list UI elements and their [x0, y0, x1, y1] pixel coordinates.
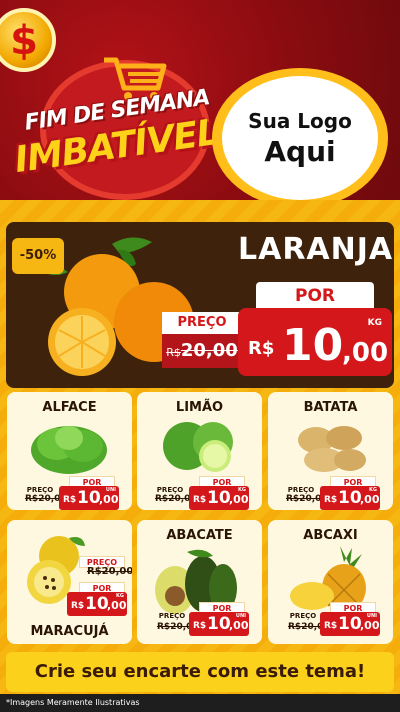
new-price: R$ 10 ,00 UNI [59, 486, 119, 510]
price-integer: 10 [338, 614, 362, 634]
disclaimer-footer: *Imagens Meramente Ilustrativas [0, 694, 400, 712]
unit: UNI [366, 613, 377, 619]
preco-label: PREÇO [289, 612, 317, 620]
price-decimal: ,00 [229, 493, 249, 506]
lime-image [163, 422, 233, 472]
price-decimal: ,00 [360, 493, 380, 506]
product-name: MARACUJÁ [30, 624, 109, 639]
featured-product-name: LARANJA [238, 232, 394, 267]
product-name: BATATA [303, 400, 358, 415]
currency: R$ [324, 621, 338, 631]
new-price: R$ 10 ,00 UNI [320, 612, 380, 636]
currency: R$ [63, 495, 77, 505]
currency: R$ [324, 495, 338, 505]
old-price: R$20,00 [87, 566, 132, 577]
featured-por-label: POR [256, 282, 374, 310]
product-card-batata: BATATA PREÇO R$20,00 POR R$ 10 ,00 KG [268, 392, 393, 510]
unit: KG [238, 487, 246, 493]
product-name: ABCAXI [303, 528, 358, 543]
price-decimal: ,00 [229, 619, 249, 632]
new-price: R$ 10 ,00 KG [67, 592, 127, 616]
new-price: R$ 10 ,00 KG [320, 486, 380, 510]
preco-label: PREÇO [158, 612, 186, 620]
logo-placeholder[interactable]: Sua Logo Aqui [222, 76, 378, 200]
price-decimal: ,00 [342, 338, 389, 368]
price-decimal: ,00 [107, 599, 127, 612]
potato-image [298, 426, 366, 472]
price-integer: 10 [77, 488, 101, 508]
price-integer: 10 [85, 594, 109, 614]
product-name: ALFACE [42, 400, 97, 415]
price-decimal: ,00 [360, 619, 380, 632]
price-decimal: ,00 [99, 493, 119, 506]
old-price: R$20,00 [155, 494, 197, 504]
price-integer: 10 [338, 488, 362, 508]
unit: UNI [235, 613, 246, 619]
featured-new-price: R$ 10 ,00 KG [238, 308, 392, 376]
product-card-limao: LIMÃO PREÇO R$20,00 POR R$ 10 ,00 KG [137, 392, 262, 510]
price-unit: KG [367, 318, 382, 328]
old-value: 20,00 [180, 340, 238, 361]
header-banner: $ FIM DE SEMANA IMBATÍVEL Sua Logo Aqui [0, 0, 400, 200]
product-name: LIMÃO [175, 400, 224, 415]
featured-old-price: R$20,00 [162, 334, 242, 368]
price-integer: 10 [207, 488, 231, 508]
currency: R$ [193, 495, 207, 505]
new-price: R$ 10 ,00 UNI [189, 612, 249, 636]
unit: KG [369, 487, 377, 493]
product-name: ABACATE [166, 528, 233, 543]
product-card-abacaxi: ABCAXI POR PREÇO R$20,00 R$ 10 ,00 UNI [268, 520, 393, 644]
product-card-maracuja: PREÇO R$20,00 POR R$ 10 ,00 KG MARACUJÁ [7, 520, 132, 644]
discount-badge: -50% [12, 238, 64, 274]
unit: UNI [105, 487, 116, 493]
product-card-abacate: ABACATE POR PREÇO R$20,00 R$ 10 ,00 UNI [137, 520, 262, 644]
logo-text-2: Aqui [264, 134, 336, 168]
old-currency: R$ [166, 346, 181, 359]
old-price: R$20,00 [157, 622, 199, 632]
price-integer: 10 [282, 320, 344, 371]
campaign-title: FIM DE SEMANA IMBATÍVEL [12, 54, 221, 184]
cta-banner[interactable]: Crie seu encarte com este tema! [6, 652, 394, 692]
currency: R$ [193, 621, 207, 631]
old-price: R$20,00 [288, 622, 330, 632]
currency: R$ [71, 601, 85, 611]
featured-preco-label: PREÇO [162, 312, 242, 334]
price-currency: R$ [248, 338, 275, 359]
new-price: R$ 10 ,00 KG [189, 486, 249, 510]
unit: KG [116, 593, 124, 599]
product-card-alface: ALFACE PREÇO R$20,00 POR R$ 10 ,00 UNI [7, 392, 132, 510]
lettuce-image [31, 426, 107, 474]
price-integer: 10 [207, 614, 231, 634]
old-price: R$20,00 [286, 494, 328, 504]
logo-text-1: Sua Logo [248, 108, 352, 133]
old-price: R$20,00 [25, 494, 67, 504]
